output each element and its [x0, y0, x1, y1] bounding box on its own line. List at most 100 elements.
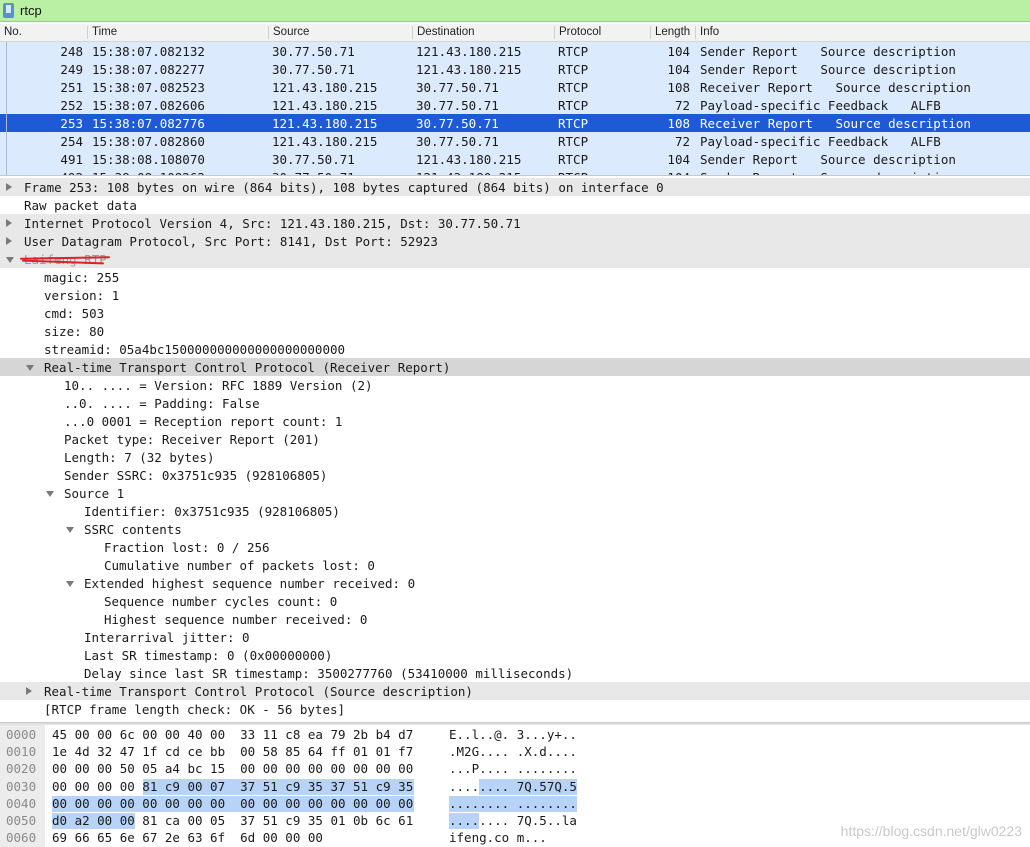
packet-destination: 121.43.180.215 — [416, 44, 522, 59]
packet-source: 30.77.50.71 — [272, 44, 355, 59]
packet-protocol: RTCP — [558, 116, 589, 131]
tree-node[interactable]: streamid: 05a4bc150000000000000000000000 — [0, 340, 1030, 358]
tree-node[interactable]: Sequence number cycles count: 0 — [0, 592, 1030, 610]
expanded-arrow-icon[interactable] — [6, 257, 14, 263]
tree-node[interactable]: Internet Protocol Version 4, Src: 121.43… — [0, 214, 1030, 232]
tree-node[interactable]: Laifeng RTP — [0, 250, 1030, 268]
tree-node[interactable]: size: 80 — [0, 322, 1030, 340]
packet-no: 491 — [60, 152, 83, 167]
expanded-arrow-icon[interactable] — [26, 365, 34, 371]
tree-node[interactable]: Length: 7 (32 bytes) — [0, 448, 1030, 466]
hex-ascii: ........ 7Q.57Q.5 — [449, 778, 577, 794]
tree-node-label: Delay since last SR timestamp: 350027776… — [84, 666, 574, 681]
col-header-no[interactable]: No. — [0, 26, 87, 39]
packet-row[interactable]: 252 15:38:07.082606 121.43.180.215 30.77.50… — [0, 96, 1030, 114]
hex-ascii: E..l..@. 3...y+.. — [449, 727, 577, 742]
collapsed-arrow-icon[interactable] — [6, 237, 12, 245]
tree-node[interactable]: Sender SSRC: 0x3751c935 (928106805) — [0, 466, 1030, 484]
packet-source: 30.77.50.71 — [272, 152, 355, 167]
packet-row[interactable]: 492 15:38:08.108262 30.77.50.71 121.43.180.… — [0, 168, 1030, 175]
packet-row[interactable]: 253 15:38:07.082776 121.43.180.215 30.77.50… — [0, 114, 1030, 132]
tree-node[interactable]: version: 1 — [0, 286, 1030, 304]
packet-row[interactable]: 248 15:38:07.082132 30.77.50.71 121.43.180.… — [0, 42, 1030, 60]
hex-offset: 0050 — [6, 813, 37, 828]
tree-node[interactable]: SSRC contents — [0, 520, 1030, 538]
packet-source: 121.43.180.215 — [272, 80, 378, 95]
col-header-info[interactable]: Info — [695, 26, 1030, 39]
packet-list[interactable]: No. Time Source Destination Protocol Len… — [0, 24, 1030, 176]
packet-row[interactable]: 249 15:38:07.082277 30.77.50.71 121.43.180.… — [0, 60, 1030, 78]
packet-row[interactable]: 254 15:38:07.082860 121.43.180.215 30.77.50… — [0, 132, 1030, 150]
hex-line[interactable]: 0020 00 00 00 50 05 a4 bc 15 00 00 00 00 … — [0, 761, 1030, 778]
packet-length: 104 — [650, 170, 690, 175]
tree-node[interactable]: Identifier: 0x3751c935 (928106805) — [0, 502, 1030, 520]
hex-line[interactable]: 0000 45 00 00 6c 00 00 40 00 33 11 c8 ea … — [0, 727, 1030, 744]
packet-destination: 30.77.50.71 — [416, 80, 499, 95]
packet-protocol: RTCP — [558, 62, 589, 77]
packet-destination: 30.77.50.71 — [416, 134, 499, 149]
tree-node-label: magic: 255 — [44, 270, 120, 285]
hex-offset: 0010 — [6, 744, 37, 760]
col-header-source[interactable]: Source — [268, 26, 412, 39]
tree-node[interactable]: Cumulative number of packets lost: 0 — [0, 556, 1030, 574]
bookmark-icon[interactable] — [3, 3, 14, 18]
collapsed-arrow-icon[interactable] — [6, 183, 12, 191]
display-filter-bar[interactable]: rtcp — [0, 0, 1030, 22]
hex-bytes: d0 a2 00 00 81 ca 00 05 37 51 c9 35 01 0… — [52, 813, 414, 828]
collapsed-arrow-icon[interactable] — [6, 219, 12, 227]
col-header-protocol[interactable]: Protocol — [554, 26, 650, 39]
tree-node[interactable]: Raw packet data — [0, 196, 1030, 214]
tree-node[interactable]: Source 1 — [0, 484, 1030, 502]
expanded-arrow-icon[interactable] — [66, 527, 74, 533]
tree-node-label: Highest sequence number received: 0 — [104, 612, 368, 627]
tree-node-label: User Datagram Protocol, Src Port: 8141, … — [24, 234, 438, 249]
tree-node[interactable]: ..0. .... = Padding: False — [0, 394, 1030, 412]
col-header-length[interactable]: Length — [650, 26, 695, 39]
tree-node[interactable]: 10.. .... = Version: RFC 1889 Version (2… — [0, 376, 1030, 394]
packet-row[interactable]: 251 15:38:07.082523 121.43.180.215 30.77.50… — [0, 78, 1030, 96]
hex-bytes: 45 00 00 6c 00 00 40 00 33 11 c8 ea 79 2… — [52, 727, 414, 742]
tree-node[interactable]: cmd: 503 — [0, 304, 1030, 322]
tree-node[interactable]: [RTCP frame length check: OK - 56 bytes] — [0, 700, 1030, 718]
packet-list-header: No. Time Source Destination Protocol Len… — [0, 24, 1030, 42]
tree-node-label: 10.. .... = Version: RFC 1889 Version (2… — [64, 378, 373, 393]
packet-length: 72 — [674, 134, 690, 149]
packet-info: Payload-specific Feedback ALFB — [700, 134, 941, 149]
packet-info: Sender Report Source description — [700, 152, 956, 167]
packet-row[interactable]: 491 15:38:08.108070 30.77.50.71 121.43.180.… — [0, 150, 1030, 168]
packet-protocol: RTCP — [558, 98, 589, 113]
tree-node[interactable]: Real-time Transport Control Protocol (Re… — [0, 358, 1030, 376]
tree-node[interactable]: User Datagram Protocol, Src Port: 8141, … — [0, 232, 1030, 250]
tree-node[interactable]: ...0 0001 = Reception report count: 1 — [0, 412, 1030, 430]
packet-details-tree[interactable]: Frame 253: 108 bytes on wire (864 bits),… — [0, 178, 1030, 720]
hex-line[interactable]: 0040 00 00 00 00 00 00 00 00 00 00 00 00 … — [0, 795, 1030, 813]
expanded-arrow-icon[interactable] — [46, 491, 54, 497]
tree-node[interactable]: Delay since last SR timestamp: 350027776… — [0, 664, 1030, 682]
hex-line[interactable]: 0030 00 00 00 00 81 c9 00 07 37 51 c9 35 … — [0, 778, 1030, 796]
hex-line[interactable]: 0010 1e 4d 32 47 1f cd ce bb 00 58 85 64 … — [0, 744, 1030, 761]
tree-node-label: Extended highest sequence number receive… — [84, 576, 416, 591]
packet-info: Receiver Report Source description — [700, 116, 971, 131]
expanded-arrow-icon[interactable] — [66, 581, 74, 587]
tree-node[interactable]: Interarrival jitter: 0 — [0, 628, 1030, 646]
col-header-destination[interactable]: Destination — [412, 26, 554, 39]
display-filter-input[interactable]: rtcp — [20, 3, 42, 18]
packet-protocol: RTCP — [558, 44, 589, 59]
packet-source: 30.77.50.71 — [272, 170, 355, 175]
tree-node[interactable]: Frame 253: 108 bytes on wire (864 bits),… — [0, 178, 1030, 196]
tree-node[interactable]: Fraction lost: 0 / 256 — [0, 538, 1030, 556]
collapsed-arrow-icon[interactable] — [26, 687, 32, 695]
packet-protocol: RTCP — [558, 80, 589, 95]
tree-node[interactable]: magic: 255 — [0, 268, 1030, 286]
packet-protocol: RTCP — [558, 170, 588, 175]
tree-node[interactable]: Last SR timestamp: 0 (0x00000000) — [0, 646, 1030, 664]
tree-node[interactable]: Packet type: Receiver Report (201) — [0, 430, 1030, 448]
packet-info: Sender Report Source description — [700, 62, 956, 77]
col-header-time[interactable]: Time — [87, 26, 268, 39]
tree-node-label: streamid: 05a4bc150000000000000000000000 — [44, 342, 346, 357]
tree-node-label: ..0. .... = Padding: False — [64, 396, 260, 411]
packet-protocol: RTCP — [558, 152, 589, 167]
tree-node[interactable]: Extended highest sequence number receive… — [0, 574, 1030, 592]
tree-node[interactable]: Real-time Transport Control Protocol (So… — [0, 682, 1030, 700]
tree-node[interactable]: Highest sequence number received: 0 — [0, 610, 1030, 628]
